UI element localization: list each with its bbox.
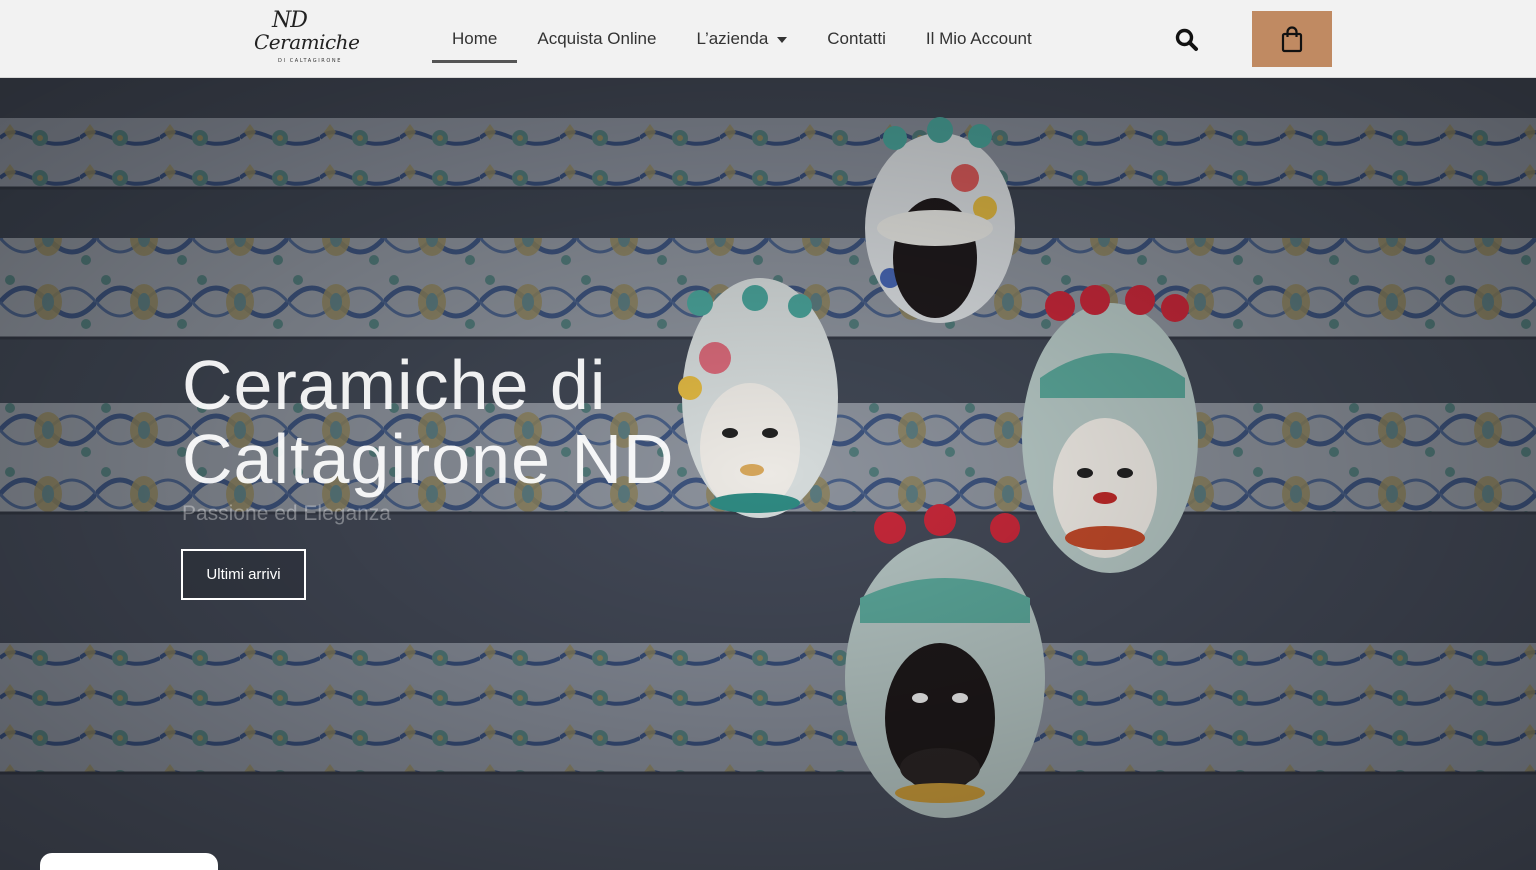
nav-item-label: Contatti [827,29,886,48]
nav-item-contatti[interactable]: Contatti [807,0,906,78]
logo-subtitle: DI CALTAGIRONE [278,58,342,64]
nav-item-label: Home [452,29,498,48]
search-icon [1175,28,1198,51]
nav-item-label: L’azienda [696,29,769,48]
chevron-down-icon [777,37,788,43]
nav-item-mio-account[interactable]: Il Mio Account [906,0,1052,78]
logo-script-text: Ceramiche [254,30,360,54]
floating-tab[interactable] [40,853,218,870]
nav-item-acquista-online[interactable]: Acquista Online [517,0,676,78]
hero-title: Ceramiche di Caltagirone ND [182,346,675,498]
site-logo[interactable]: ND Ceramiche DI CALTAGIRONE [250,8,360,68]
search-button[interactable] [1172,25,1202,55]
hero-button-label: Ultimi arrivi [206,566,281,583]
nav-item-label: Il Mio Account [925,29,1032,48]
hero-subtitle: Passione ed Eleganza [182,502,391,525]
hero-section: Ceramiche di Caltagirone ND Passione ed … [0,78,1536,870]
shopping-bag-icon [1281,26,1303,53]
main-nav: Home Acquista Online L’azienda Contatti … [432,0,1052,78]
ultimi-arrivi-button[interactable]: Ultimi arrivi [181,549,306,600]
nav-item-label: Acquista Online [537,29,657,48]
nav-item-home[interactable]: Home [432,0,518,78]
cart-button[interactable] [1252,11,1332,67]
nav-item-azienda[interactable]: L’azienda [676,0,807,78]
site-header: ND Ceramiche DI CALTAGIRONE Home Acquist… [0,0,1536,78]
